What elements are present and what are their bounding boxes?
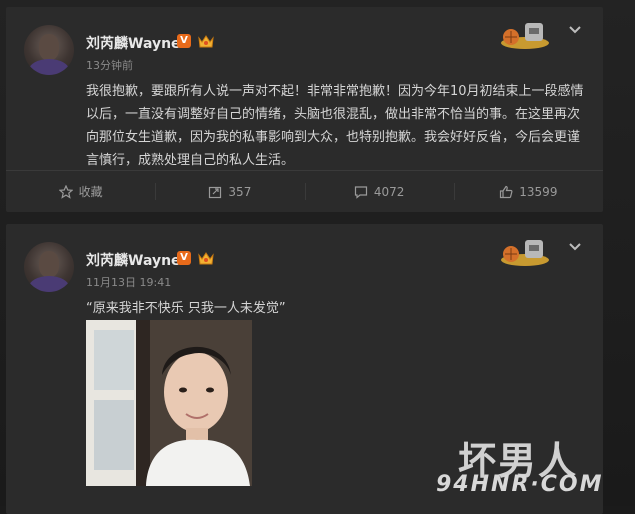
chevron-down-icon[interactable] bbox=[568, 242, 582, 252]
portrait-image bbox=[86, 320, 252, 486]
favorite-button[interactable]: 收藏 bbox=[6, 171, 155, 212]
repost-icon bbox=[209, 186, 222, 198]
repost-button[interactable]: 357 bbox=[155, 171, 304, 212]
post-text: “原来我非不快乐 只我一人未发觉” bbox=[86, 301, 286, 316]
post-actions: 收藏 357 4072 13599 bbox=[6, 171, 603, 212]
avatar[interactable] bbox=[24, 25, 74, 75]
card-decoration-icon bbox=[501, 23, 549, 49]
weibo-post-card: 刘芮麟Wayne V 13分钟前 我很抱歉，要跟所有人说一声对不起！非常非常抱歉… bbox=[6, 7, 603, 212]
post-time[interactable]: 13分钟前 bbox=[86, 57, 133, 73]
verified-v-icon: V bbox=[177, 34, 191, 48]
post-photo[interactable] bbox=[86, 320, 252, 486]
repost-count: 357 bbox=[228, 184, 252, 199]
thumbs-up-icon bbox=[500, 185, 513, 198]
comment-count: 4072 bbox=[373, 184, 405, 199]
member-crown-icon[interactable] bbox=[198, 33, 214, 49]
avatar[interactable] bbox=[24, 242, 74, 292]
post-time[interactable]: 11月13日 19:41 bbox=[86, 274, 171, 290]
comment-button[interactable]: 4072 bbox=[304, 171, 454, 212]
author-name[interactable]: 刘芮麟Wayne bbox=[86, 33, 181, 53]
author-name[interactable]: 刘芮麟Wayne bbox=[86, 250, 181, 270]
verified-v-icon: V bbox=[177, 251, 191, 265]
post-text: 我很抱歉，要跟所有人说一声对不起！非常非常抱歉！因为今年10月初结束上一段感情以… bbox=[86, 84, 584, 168]
member-crown-icon[interactable] bbox=[198, 250, 214, 266]
like-button[interactable]: 13599 bbox=[453, 171, 603, 212]
watermark-url: 94HNR·COM bbox=[436, 472, 604, 497]
comment-icon bbox=[354, 185, 367, 199]
chevron-down-icon[interactable] bbox=[568, 25, 582, 35]
like-count: 13599 bbox=[519, 184, 558, 199]
star-icon bbox=[58, 184, 73, 199]
favorite-label: 收藏 bbox=[78, 185, 103, 199]
card-decoration-icon bbox=[501, 240, 549, 266]
